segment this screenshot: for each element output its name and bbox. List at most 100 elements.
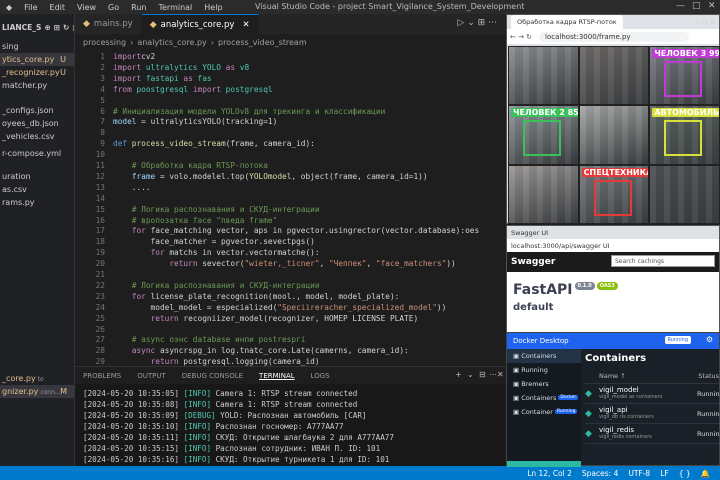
file-item[interactable]: matcher.py: [0, 79, 74, 92]
code-line: # Логика распознавания и СКУД-интеграции: [131, 280, 320, 290]
camera-feed[interactable]: [509, 47, 578, 105]
oas-badge: OAS3: [596, 282, 618, 290]
container-row[interactable]: ◆ vigil_model vigil_model as containers Run…: [585, 384, 719, 404]
line-number: 17: [95, 226, 105, 236]
docker-nav-item[interactable]: ▣ Container Running: [507, 405, 581, 419]
line-number: 9: [100, 139, 105, 149]
tab-analytics_core[interactable]: ◆ analytics_core.py ✕: [141, 14, 259, 34]
status-spaces[interactable]: Spaces: 4: [582, 469, 618, 478]
breadcrumb-item[interactable]: processing: [83, 38, 126, 47]
status-pos[interactable]: Ln 12, Col 2: [527, 469, 572, 478]
file-item[interactable]: sing: [0, 40, 74, 53]
url-input[interactable]: localhost:3000/frame.py: [539, 31, 690, 42]
file-item[interactable]: rams.py: [0, 196, 74, 209]
status-enc[interactable]: UTF-8: [628, 469, 650, 478]
terminal[interactable]: [2024-05-20 10:35:05] [INFO] Camera 1: R…: [75, 384, 505, 476]
browser-nav-icon[interactable]: ← → ↻: [507, 33, 535, 41]
camera-feed[interactable]: АВТОМОБИЛЬ: [650, 106, 719, 164]
line-number: 4: [100, 84, 105, 94]
camera-feed[interactable]: [579, 47, 649, 105]
explorer-action-icon[interactable]: ↻: [63, 23, 69, 32]
file-item[interactable]: _vehicles.csv: [0, 130, 74, 143]
menu-edit[interactable]: Edit: [44, 3, 72, 12]
new-terminal-icon[interactable]: +: [455, 370, 462, 379]
camera-feed[interactable]: [650, 165, 719, 223]
menu-help[interactable]: Help: [198, 3, 228, 12]
file-item[interactable]: as.csv: [0, 183, 74, 196]
log-level: [INFO]: [183, 455, 212, 464]
maximize-icon[interactable]: □: [692, 1, 701, 11]
panel-tab-logs[interactable]: LOGS: [303, 372, 338, 380]
panel-tab-debug-console[interactable]: DEBUG CONSOLE: [174, 372, 251, 380]
close-tab-icon[interactable]: ✕: [242, 20, 249, 30]
camera-feed[interactable]: ЧЕЛОВЕК 2 855: [509, 106, 578, 164]
terminal-dropdown-icon[interactable]: ⌄: [467, 370, 474, 379]
close-icon[interactable]: ✕: [708, 1, 716, 11]
file-item[interactable]: ytics_core.py U: [0, 53, 74, 66]
swagger-search-input[interactable]: Search cachings: [611, 255, 715, 267]
file-item[interactable]: oyees_db.json: [0, 117, 74, 130]
camera-scene: [650, 165, 719, 223]
code-line: return sevector("wieter,_ticner", "Чеппе…: [169, 259, 456, 269]
swagger-section[interactable]: default: [513, 302, 719, 313]
breadcrumb-item[interactable]: process_video_stream: [218, 38, 307, 47]
file-item[interactable]: uration: [0, 170, 74, 183]
split-icon[interactable]: ⊟: [479, 370, 486, 379]
explorer-action-icon[interactable]: ▣: [72, 23, 74, 32]
file-item[interactable]: r-compose.yml: [0, 147, 74, 160]
code-line: for matchs in vector.vectormatche():: [150, 248, 320, 258]
swagger-tab[interactable]: Swagger UI: [511, 229, 548, 237]
code-line: async asyncrspg_in log.tnatc_core.Late(c…: [131, 346, 409, 356]
log-level: [INFO]: [183, 422, 212, 431]
docker-nav-item[interactable]: ▣ Running: [507, 363, 581, 377]
gear-icon[interactable]: ⚙: [706, 335, 713, 344]
camera-feed[interactable]: [509, 165, 578, 223]
container-row[interactable]: ◆vigil_apivigil_db ris containersRunning: [585, 404, 719, 424]
panel-tab-problems[interactable]: PROBLEMS: [75, 372, 129, 380]
tab-label: analytics_core.py: [160, 19, 235, 30]
panel-tab-output[interactable]: OUTPUT: [129, 372, 174, 380]
code-line: return postgresql.logging(camera_id): [150, 357, 320, 366]
browser-window-controls-icon[interactable]: — □ ✕: [693, 18, 715, 26]
menu-view[interactable]: View: [71, 3, 102, 12]
camera-feed[interactable]: [579, 106, 649, 164]
open-editor-item[interactable]: gnizer.py conn... M: [0, 385, 75, 398]
docker-nav-item[interactable]: ▣ Bremers: [507, 377, 581, 391]
open-editor-item[interactable]: _core.py to: [0, 372, 75, 385]
camera-scene: [579, 47, 649, 105]
menu-file[interactable]: File: [18, 3, 43, 12]
status-bar: Ln 12, Col 2 Spaces: 4 UTF-8 LF { } 🔔: [0, 466, 720, 480]
file-item[interactable]: _configs.json: [0, 104, 74, 117]
explorer-action-icon[interactable]: ⊞: [54, 23, 60, 32]
menu-go[interactable]: Go: [102, 3, 125, 12]
close-panel-icon[interactable]: ✕: [497, 370, 504, 379]
swagger-url[interactable]: localhost:3000/api/swagger UI: [511, 242, 610, 250]
more-icon[interactable]: ⋯: [489, 370, 497, 379]
run-and-more-icon[interactable]: ▷ ⌄ ⊞ ⋯: [457, 18, 497, 28]
panel-tab-terminal[interactable]: TERMINAL: [251, 372, 303, 380]
tab-mains[interactable]: ◆ mains.py: [75, 14, 142, 34]
docker-main: Containers Name ↑ Status ◆ vigil_model vigil_…: [585, 351, 719, 444]
menu-run[interactable]: Run: [125, 3, 152, 12]
container-row[interactable]: ◆ vigil_redis vigil_redis containers Runnin…: [585, 424, 719, 444]
line-number: 25: [95, 313, 105, 323]
minimize-icon[interactable]: —: [676, 1, 685, 11]
menu-terminal[interactable]: Terminal: [152, 3, 198, 12]
docker-title: Docker Desktop: [513, 337, 569, 345]
browser-tab[interactable]: Обработка кадра RTSP-поток: [511, 15, 623, 29]
menu-bar: ◆ File Edit View Go Run Terminal Help Visual Stu…: [0, 0, 720, 14]
python-icon[interactable]: { }: [679, 469, 691, 478]
camera-feed[interactable]: ЧЕЛОВЕК 3 997: [650, 47, 719, 105]
breadcrumb-item[interactable]: analytics_core.py: [137, 38, 206, 47]
line-number: 16: [95, 215, 105, 225]
notification-icon[interactable]: 🔔: [701, 469, 710, 478]
file-item[interactable]: _recognizer.py U: [0, 66, 74, 79]
docker-nav-item[interactable]: ▣ Containers: [507, 349, 581, 363]
docker-nav-item[interactable]: ▣ Containers Docker: [507, 391, 581, 405]
explorer-action-icon[interactable]: ⊕: [44, 23, 50, 32]
docker-nav: ▣ Containers ▣ Running ▣ Bremers ▣ Containe…: [507, 349, 581, 467]
code-editor[interactable]: 1 importcv2 2 import ultralytics YOLO as v8…: [75, 50, 505, 366]
line-number: 28: [95, 346, 105, 356]
status-eol[interactable]: LF: [660, 469, 669, 478]
camera-feed[interactable]: СПЕЦТЕХНИКА: [579, 165, 649, 223]
